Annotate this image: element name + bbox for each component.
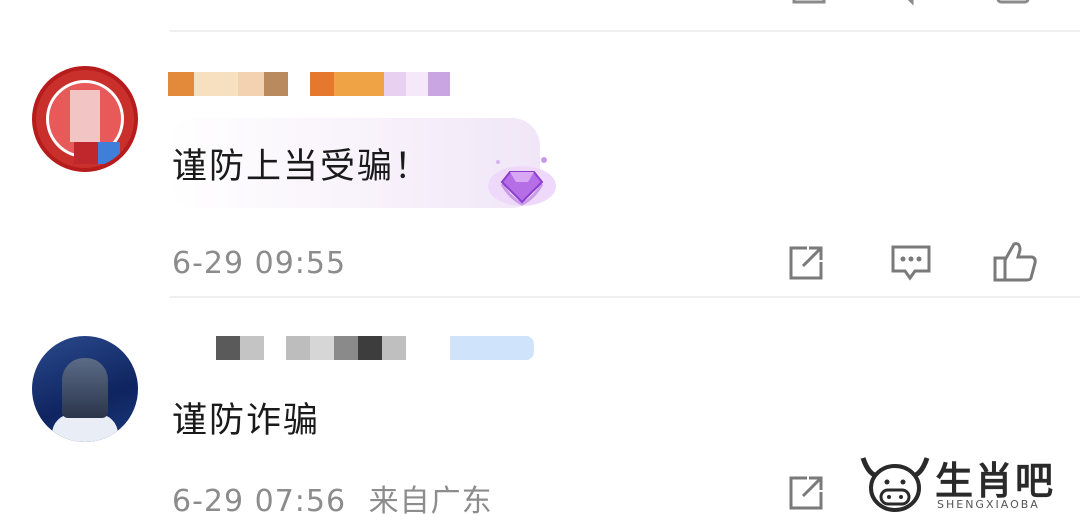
- avatar[interactable]: [32, 66, 138, 172]
- share-icon[interactable]: [787, 474, 827, 512]
- share-icon[interactable]: [787, 244, 827, 282]
- comment-meta: 6-29 09:55: [172, 246, 346, 281]
- username-blurred[interactable]: [168, 72, 450, 96]
- mosaic-block: [74, 142, 98, 164]
- comment-meta: 6-29 07:56 来自广东: [172, 476, 493, 520]
- avatar-person: [62, 358, 108, 418]
- avatar[interactable]: [32, 336, 138, 442]
- divider: [170, 30, 1080, 32]
- previous-comment-actions: [0, 0, 1080, 30]
- comment-text: 谨防上当受骗！: [172, 147, 432, 187]
- watermark-subtitle: SHENGXIAOBA: [937, 498, 1040, 511]
- timestamp: 6-29 09:55: [172, 246, 347, 281]
- location: 来自广东: [368, 484, 493, 519]
- mosaic-block: [98, 142, 120, 164]
- timestamp: 6-29 07:56: [172, 484, 347, 519]
- ox-logo-icon: [860, 457, 930, 512]
- avatar-shirt: [52, 414, 118, 442]
- username-blurred[interactable]: [168, 336, 534, 360]
- comment-icon[interactable]: [892, 0, 932, 16]
- purple-diamond-badge-icon: [488, 157, 556, 206]
- thumbs-up-icon[interactable]: [994, 0, 1034, 16]
- comment-icon[interactable]: [890, 244, 932, 282]
- watermark-title: 生肖吧: [935, 459, 1056, 503]
- comment-text: 谨防诈骗: [172, 401, 321, 441]
- watermark: 生肖吧 SHENGXIAOBA: [855, 448, 1070, 518]
- divider: [170, 296, 1080, 298]
- share-icon[interactable]: [790, 0, 830, 16]
- thumbs-up-icon[interactable]: [992, 240, 1038, 284]
- mosaic-block: [70, 90, 100, 142]
